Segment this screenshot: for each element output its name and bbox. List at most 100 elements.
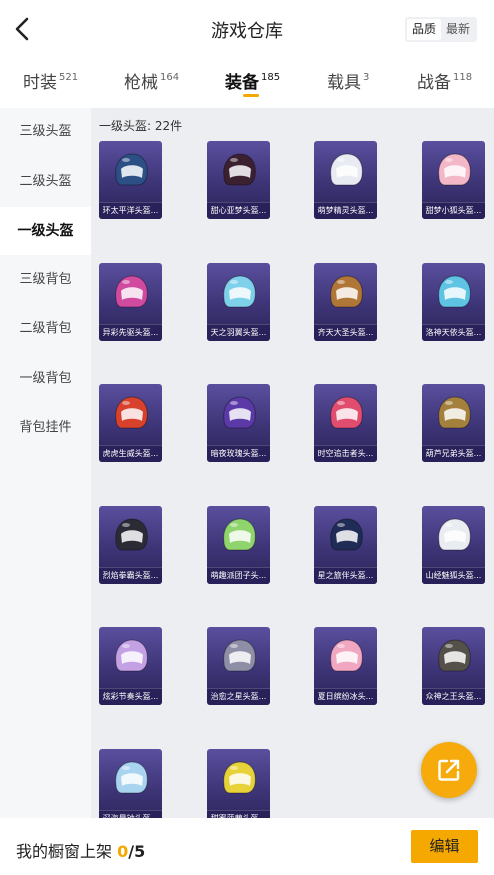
helmet-icon bbox=[438, 639, 471, 672]
section-title: 一级头盔: 22件 bbox=[99, 119, 183, 133]
item-name: 深海晨钟头盔... bbox=[99, 809, 162, 818]
category-tabs: 时装 521 枪械 164 装备 185 载具 3 战备 118 bbox=[0, 58, 494, 108]
sort-toggle: 品质 最新 bbox=[405, 17, 477, 42]
tab-count: 185 bbox=[261, 72, 281, 83]
item-name: 葫芦兄弟头盔... bbox=[422, 445, 485, 462]
helmet-icon bbox=[330, 153, 363, 186]
sidebar: 三级头盔 二级头盔 一级头盔 三级背包 二级背包 一级背包 背包挂件 bbox=[0, 108, 91, 818]
item-card[interactable]: 异彩先驱头盔... bbox=[99, 262, 162, 341]
helmet-icon bbox=[330, 274, 363, 307]
helmet-icon bbox=[223, 274, 256, 307]
item-card[interactable]: 天之羽翼头盔... bbox=[207, 262, 270, 341]
back-button[interactable] bbox=[8, 14, 36, 44]
showcase-max: 5 bbox=[134, 842, 146, 861]
item-card[interactable]: 烈焰拳霸头盔... bbox=[99, 505, 162, 584]
item-card[interactable]: 治愈之星头盔... bbox=[207, 627, 270, 705]
item-name: 炫彩节奏头盔... bbox=[99, 688, 162, 705]
helmet-icon bbox=[115, 517, 148, 550]
sort-quality-button[interactable]: 品质 bbox=[407, 19, 441, 40]
helmet-icon bbox=[115, 274, 148, 307]
helmet-icon bbox=[223, 517, 256, 550]
sidebar-item-level3-helmet[interactable]: 三级头盔 bbox=[0, 108, 91, 156]
helmet-icon bbox=[115, 760, 148, 793]
item-card[interactable]: 甜梦小狐头盔... bbox=[422, 141, 485, 219]
tab-vehicles[interactable]: 载具 3 bbox=[327, 68, 369, 108]
tab-equipment[interactable]: 装备 185 bbox=[225, 68, 280, 108]
tab-label: 装备 bbox=[225, 73, 259, 93]
helmet-icon bbox=[330, 396, 363, 429]
active-tab-indicator bbox=[243, 94, 259, 97]
share-button[interactable] bbox=[421, 742, 477, 798]
item-card[interactable]: 暗夜玫瑰头盔... bbox=[207, 384, 270, 462]
tab-label: 枪械 bbox=[124, 73, 158, 93]
item-card[interactable]: 萌趣派团子头... bbox=[207, 505, 270, 584]
tab-fashion[interactable]: 时装 521 bbox=[23, 68, 78, 108]
sidebar-item-level3-backpack[interactable]: 三级背包 bbox=[0, 256, 91, 304]
item-name: 齐天大圣头盔... bbox=[314, 323, 377, 341]
item-name: 天之羽翼头盔... bbox=[207, 323, 270, 341]
sidebar-item-level2-backpack[interactable]: 二级背包 bbox=[0, 305, 91, 353]
tab-label: 时装 bbox=[23, 73, 57, 93]
item-card[interactable]: 山经魅狐头盔... bbox=[422, 505, 485, 584]
item-name: 萌梦精灵头盔... bbox=[314, 202, 377, 219]
item-card[interactable]: 甜蜜菠萝头盔... bbox=[207, 748, 270, 818]
item-name: 星之旅伴头盔... bbox=[314, 566, 377, 584]
tab-label: 载具 bbox=[327, 73, 361, 93]
helmet-icon bbox=[223, 153, 256, 186]
helmet-icon bbox=[330, 639, 363, 672]
item-name: 甜梦小狐头盔... bbox=[422, 202, 485, 219]
item-name: 异彩先驱头盔... bbox=[99, 323, 162, 341]
item-name: 暗夜玫瑰头盔... bbox=[207, 445, 270, 462]
item-name: 萌趣派团子头... bbox=[207, 566, 270, 584]
item-card[interactable]: 夏日缤纷冰头... bbox=[314, 627, 377, 705]
tab-supplies[interactable]: 战备 118 bbox=[417, 68, 472, 108]
item-name: 甜蜜菠萝头盔... bbox=[207, 809, 270, 818]
item-name: 环太平洋头盔... bbox=[99, 202, 162, 219]
item-name: 洛神天依头盔... bbox=[422, 323, 485, 341]
sidebar-item-level2-helmet[interactable]: 二级头盔 bbox=[0, 158, 91, 206]
item-card[interactable]: 环太平洋头盔... bbox=[99, 141, 162, 219]
item-name: 虎虎生威头盔... bbox=[99, 445, 162, 462]
edit-button[interactable]: 编辑 bbox=[411, 830, 478, 863]
item-grid-panel: 一级头盔: 22件 环太平洋头盔... 甜心亚梦头盔... 萌梦精灵头盔... 甜梦小… bbox=[91, 108, 494, 818]
item-card[interactable]: 葫芦兄弟头盔... bbox=[422, 384, 485, 462]
showcase-label: 我的橱窗上架 bbox=[16, 842, 113, 861]
sort-newest-button[interactable]: 最新 bbox=[441, 19, 475, 40]
helmet-icon bbox=[115, 639, 148, 672]
showcase-current: 0 bbox=[117, 842, 129, 861]
sidebar-item-level1-helmet[interactable]: 一级头盔 bbox=[0, 207, 91, 255]
item-name: 山经魅狐头盔... bbox=[422, 566, 485, 584]
item-card[interactable]: 众神之王头盔... bbox=[422, 627, 485, 705]
helmet-icon bbox=[223, 639, 256, 672]
item-card[interactable]: 萌梦精灵头盔... bbox=[314, 141, 377, 219]
item-card[interactable]: 虎虎生威头盔... bbox=[99, 384, 162, 462]
tab-count: 164 bbox=[160, 72, 180, 83]
helmet-icon bbox=[330, 517, 363, 550]
item-name: 夏日缤纷冰头... bbox=[314, 688, 377, 705]
tab-count: 3 bbox=[363, 72, 370, 83]
helmet-icon bbox=[438, 396, 471, 429]
sidebar-item-backpack-pendant[interactable]: 背包挂件 bbox=[0, 404, 91, 452]
item-name: 甜心亚梦头盔... bbox=[207, 202, 270, 219]
item-name: 时空追击者头... bbox=[314, 445, 377, 462]
helmet-icon bbox=[438, 517, 471, 550]
bottom-bar: 我的橱窗上架 0/5 编辑 bbox=[0, 818, 494, 875]
tab-weapons[interactable]: 枪械 164 bbox=[124, 68, 179, 108]
item-card[interactable]: 甜心亚梦头盔... bbox=[207, 141, 270, 219]
top-bar: 游戏仓库 品质 最新 bbox=[0, 0, 494, 58]
helmet-icon bbox=[223, 396, 256, 429]
tab-label: 战备 bbox=[417, 73, 451, 93]
helmet-icon bbox=[438, 274, 471, 307]
share-external-icon bbox=[438, 759, 460, 781]
item-card[interactable]: 齐天大圣头盔... bbox=[314, 262, 377, 341]
helmet-icon bbox=[223, 760, 256, 793]
item-card[interactable]: 时空追击者头... bbox=[314, 384, 377, 462]
item-card[interactable]: 星之旅伴头盔... bbox=[314, 505, 377, 584]
item-card[interactable]: 洛神天依头盔... bbox=[422, 262, 485, 341]
helmet-icon bbox=[115, 153, 148, 186]
showcase-status: 我的橱窗上架 0/5 bbox=[16, 838, 145, 862]
sidebar-item-level1-backpack[interactable]: 一级背包 bbox=[0, 355, 91, 403]
item-name: 治愈之星头盔... bbox=[207, 688, 270, 705]
item-card[interactable]: 深海晨钟头盔... bbox=[99, 748, 162, 818]
item-card[interactable]: 炫彩节奏头盔... bbox=[99, 627, 162, 705]
